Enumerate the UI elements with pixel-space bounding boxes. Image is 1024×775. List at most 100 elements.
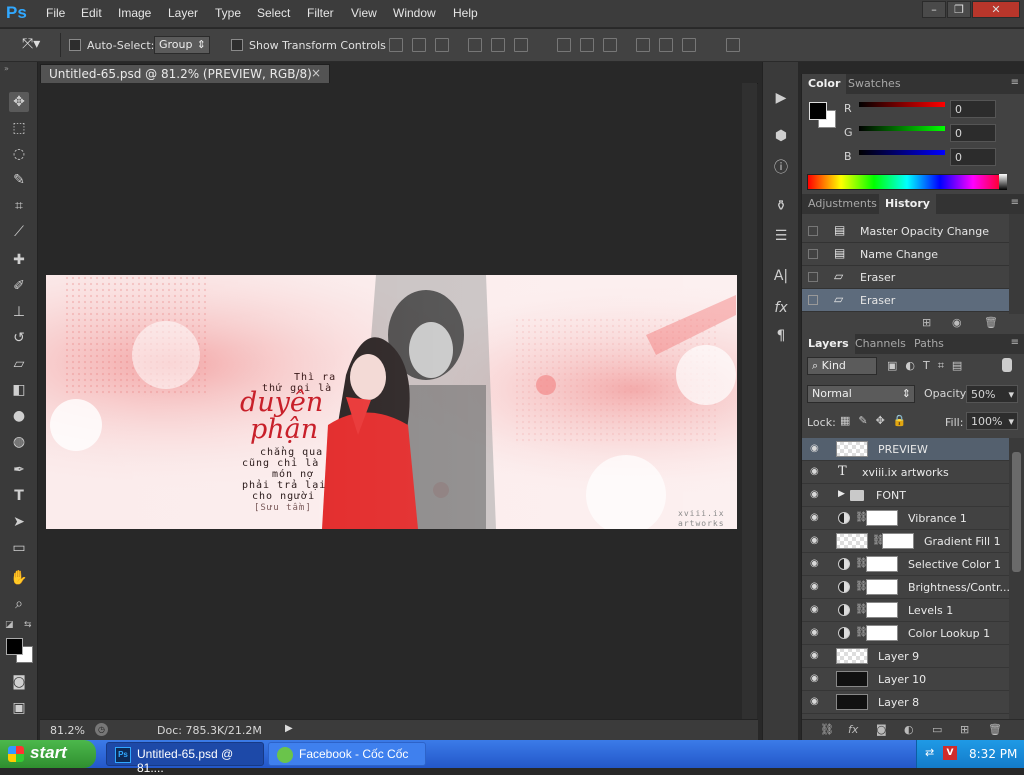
screen-mode-icon[interactable]: ▣ bbox=[9, 698, 29, 718]
tab-channels[interactable]: Channels bbox=[849, 334, 912, 354]
layer-filter-kind[interactable]: ⌕ Kind bbox=[807, 357, 877, 375]
start-button[interactable]: start bbox=[0, 740, 96, 768]
brush-tool-icon[interactable]: ✐ bbox=[9, 276, 29, 296]
taskbar-item-browser[interactable]: Facebook - Cốc Cốc bbox=[268, 742, 426, 766]
channel-r-input[interactable]: 0 bbox=[950, 100, 996, 118]
distribute-bottom-icon[interactable] bbox=[603, 38, 617, 52]
menu-image[interactable]: Image bbox=[118, 6, 151, 20]
history-scrollbar[interactable] bbox=[1009, 214, 1024, 314]
panel-menu-icon[interactable]: ≡ bbox=[1011, 77, 1019, 88]
menu-help[interactable]: Help bbox=[453, 6, 478, 20]
trash-icon[interactable]: 🗑 bbox=[984, 316, 998, 329]
status-info-icon[interactable]: ◷ bbox=[95, 723, 108, 736]
rectangle-tool-icon[interactable]: ▭ bbox=[9, 538, 29, 558]
layer-row[interactable]: ◉ Layer 8 bbox=[802, 691, 1009, 714]
spectrum-black-white[interactable] bbox=[999, 174, 1007, 190]
antivirus-icon[interactable]: V bbox=[943, 746, 957, 760]
blur-tool-icon[interactable]: ● bbox=[9, 406, 29, 426]
align-left-icon[interactable] bbox=[468, 38, 482, 52]
history-checkbox[interactable] bbox=[808, 295, 818, 305]
close-window-button[interactable]: ✕ bbox=[972, 1, 1020, 18]
history-item-selected[interactable]: ▱ Eraser bbox=[802, 289, 1009, 312]
opacity-input[interactable]: 50% ▾ bbox=[966, 385, 1018, 403]
canvas-scrollbar[interactable] bbox=[742, 83, 757, 719]
distribute-right-icon[interactable] bbox=[682, 38, 696, 52]
auto-align-icon[interactable] bbox=[726, 38, 740, 52]
zoom-tool-icon[interactable]: ⌕ bbox=[9, 594, 29, 614]
lasso-tool-icon[interactable]: ◌ bbox=[9, 144, 29, 164]
move-tool-icon[interactable]: ✥ bbox=[9, 92, 29, 112]
info-icon[interactable]: ⓘ bbox=[771, 158, 791, 178]
marquee-tool-icon[interactable]: ⬚ bbox=[9, 118, 29, 138]
visibility-eye-icon[interactable]: ◉ bbox=[810, 490, 822, 500]
visibility-eye-icon[interactable]: ◉ bbox=[810, 559, 822, 569]
history-brush-icon[interactable]: ↺ bbox=[9, 328, 29, 348]
filter-toggle[interactable] bbox=[1002, 358, 1012, 372]
play-action-icon[interactable]: ▶ bbox=[771, 88, 791, 108]
visibility-eye-icon[interactable]: ◉ bbox=[810, 674, 822, 684]
visibility-eye-icon[interactable]: ◉ bbox=[810, 628, 822, 638]
add-mask-icon[interactable]: ◙ bbox=[876, 723, 887, 736]
minimize-button[interactable]: – bbox=[922, 1, 946, 18]
layer-row[interactable]: ◉ ⛓ Gradient Fill 1 bbox=[802, 530, 1009, 553]
layer-row[interactable]: ◉ ⛓ Brightness/Contr... bbox=[802, 576, 1009, 599]
character-icon[interactable]: A| bbox=[771, 266, 791, 286]
layer-row[interactable]: ◉ ⛓ Vibrance 1 bbox=[802, 507, 1009, 530]
align-vcenter-icon[interactable] bbox=[412, 38, 426, 52]
status-menu-arrow-icon[interactable]: ▶ bbox=[285, 723, 293, 734]
artwork-canvas[interactable]: Thì ra thứ gọi là duyên phận chẳng qua c… bbox=[46, 275, 737, 529]
distribute-top-icon[interactable] bbox=[557, 38, 571, 52]
fill-input[interactable]: 100% ▾ bbox=[966, 412, 1018, 430]
history-item[interactable]: ▤ Master Opacity Change bbox=[802, 220, 1009, 243]
restore-button[interactable]: ❐ bbox=[947, 1, 971, 18]
menu-type[interactable]: Type bbox=[215, 6, 241, 20]
layer-row[interactable]: ◉ T xviii.ix artworks bbox=[802, 461, 1009, 484]
layer-style-icon[interactable]: fx bbox=[848, 723, 858, 736]
auto-select-dropdown[interactable]: Group ⇕ bbox=[154, 36, 210, 54]
new-document-icon[interactable]: ⊞ bbox=[922, 316, 931, 329]
expand-arrow-icon[interactable]: ▶ bbox=[838, 489, 845, 499]
move-tool-preset-icon[interactable]: ⤧▾ bbox=[22, 36, 40, 52]
channel-b-input[interactable]: 0 bbox=[950, 148, 996, 166]
auto-select-checkbox[interactable] bbox=[69, 39, 81, 51]
close-document-icon[interactable]: × bbox=[311, 66, 321, 80]
layer-row[interactable]: ◉ PREVIEW bbox=[802, 438, 1009, 461]
eraser-tool-icon[interactable]: ▱ bbox=[9, 354, 29, 374]
show-transform-checkbox[interactable] bbox=[231, 39, 243, 51]
channel-g-input[interactable]: 0 bbox=[950, 124, 996, 142]
visibility-eye-icon[interactable]: ◉ bbox=[810, 651, 822, 661]
type-tool-icon[interactable]: T bbox=[9, 486, 29, 506]
distribute-hcenter-icon[interactable] bbox=[659, 38, 673, 52]
visibility-eye-icon[interactable]: ◉ bbox=[810, 467, 822, 477]
collapse-icon[interactable]: » bbox=[4, 64, 9, 73]
link-layers-icon[interactable]: ⛓ bbox=[820, 723, 834, 736]
clone-stamp-icon[interactable]: ⊥ bbox=[9, 302, 29, 322]
menu-select[interactable]: Select bbox=[257, 6, 290, 20]
tab-layers[interactable]: Layers bbox=[802, 334, 855, 354]
3d-icon[interactable]: ⬢ bbox=[771, 126, 791, 146]
network-icon[interactable]: ⇄ bbox=[925, 746, 934, 759]
lock-icons[interactable]: ▦✎✥🔒 bbox=[840, 414, 915, 427]
healing-brush-icon[interactable]: ✚ bbox=[9, 250, 29, 270]
distribute-left-icon[interactable] bbox=[636, 38, 650, 52]
align-right-icon[interactable] bbox=[514, 38, 528, 52]
scrollbar-thumb[interactable] bbox=[1012, 452, 1021, 572]
taskbar-item-photoshop[interactable]: Ps Untitled-65.psd @ 81.... bbox=[106, 742, 264, 775]
zoom-level[interactable]: 81.2% bbox=[50, 724, 85, 737]
layer-filter-icons[interactable]: ▣◐T⌗▤ bbox=[887, 359, 970, 373]
new-adjustment-icon[interactable]: ◐ bbox=[904, 723, 914, 736]
quick-select-tool-icon[interactable]: ✎ bbox=[9, 170, 29, 190]
panel-menu-icon[interactable]: ≡ bbox=[1011, 337, 1019, 348]
default-colors-icon[interactable]: ◪ bbox=[5, 620, 14, 630]
eyedropper-tool-icon[interactable]: ⟋ bbox=[9, 222, 29, 242]
visibility-eye-icon[interactable]: ◉ bbox=[810, 697, 822, 707]
swap-colors-icon[interactable]: ⇆ bbox=[24, 620, 32, 630]
paragraph-icon[interactable]: ¶ bbox=[771, 326, 791, 346]
distribute-vcenter-icon[interactable] bbox=[580, 38, 594, 52]
visibility-eye-icon[interactable]: ◉ bbox=[810, 582, 822, 592]
new-group-icon[interactable]: ▭ bbox=[932, 723, 942, 736]
menu-edit[interactable]: Edit bbox=[81, 6, 102, 20]
hand-tool-icon[interactable]: ✋ bbox=[9, 568, 29, 588]
visibility-eye-icon[interactable]: ◉ bbox=[810, 513, 822, 523]
tab-color[interactable]: Color bbox=[802, 74, 847, 94]
